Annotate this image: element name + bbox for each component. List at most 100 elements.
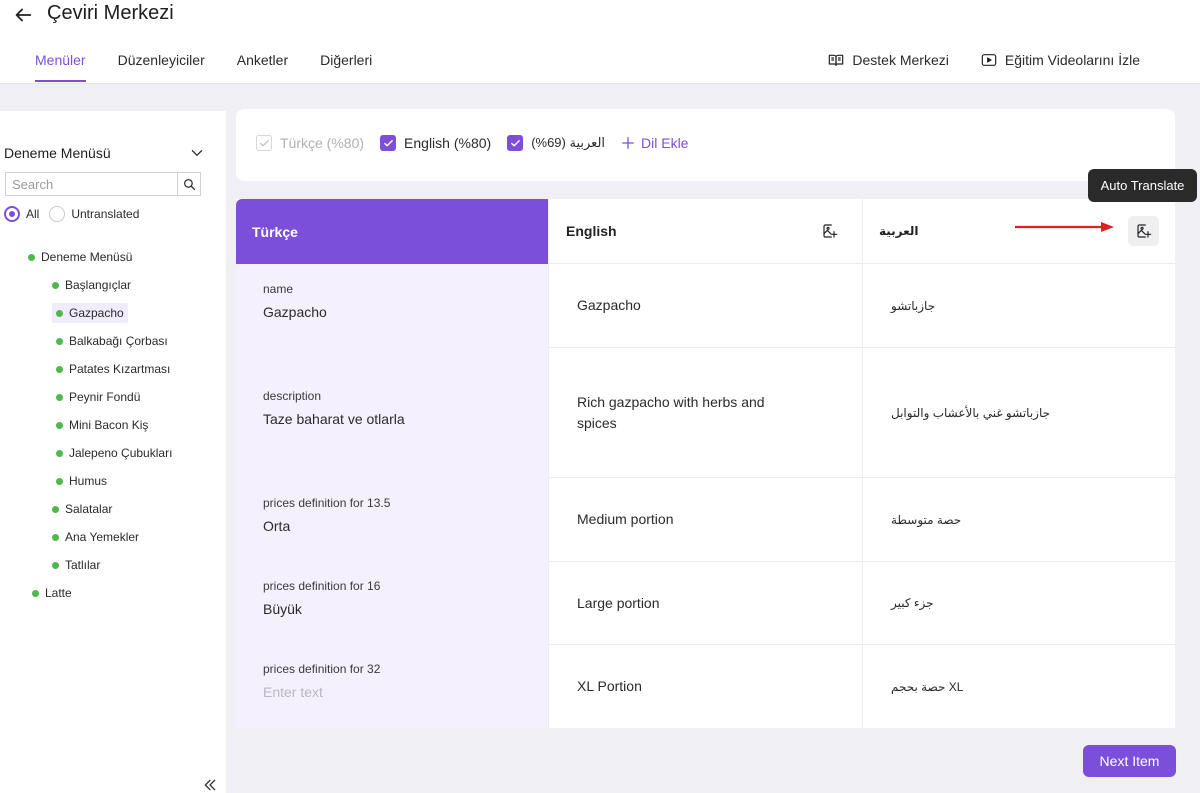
tree-item-label: Humus <box>69 474 108 488</box>
source-text: Taze baharat ve otlarla <box>263 411 405 427</box>
collapse-sidebar-icon[interactable] <box>202 777 218 793</box>
language-checkbox-english[interactable]: English (%80) <box>380 135 491 151</box>
radio-dot <box>4 206 20 222</box>
auto-translate-arabic-button[interactable] <box>1128 216 1159 246</box>
tree-item[interactable]: Mini Bacon Kiş <box>56 415 148 435</box>
tab-editors[interactable]: Düzenleyiciler <box>118 52 205 82</box>
status-bullet-icon <box>56 337 63 345</box>
check-icon <box>510 139 520 146</box>
table-row: Medium portion حصة متوسطة <box>548 478 1175 562</box>
filter-all-label: All <box>26 207 40 221</box>
search-button[interactable] <box>177 173 200 195</box>
tree-item[interactable]: Jalepeno Çubukları <box>56 443 172 463</box>
support-center-link[interactable]: Destek Merkezi <box>828 52 949 68</box>
filter-untranslated-radio[interactable]: Untranslated <box>49 206 139 222</box>
tree-item[interactable]: Başlangıçlar <box>52 275 131 295</box>
video-play-icon <box>981 54 997 66</box>
tree-item-label: Salatalar <box>65 502 113 516</box>
check-icon <box>383 139 393 146</box>
tree-item-label: Mini Bacon Kiş <box>69 418 149 432</box>
arabic-cell[interactable]: جزء كبير <box>862 562 1175 644</box>
checkbox <box>256 135 272 151</box>
search-box <box>5 172 201 196</box>
english-cell[interactable]: Gazpacho <box>548 264 862 347</box>
filter-untranslated-label: Untranslated <box>71 207 140 221</box>
tree-item[interactable]: Balkabağı Çorbası <box>56 331 168 351</box>
filter-radios: All Untranslated <box>4 206 139 222</box>
english-cell[interactable]: XL Portion <box>548 645 862 728</box>
language-list: Türkçe (%80) English (%80) العربية (69%)… <box>256 135 688 151</box>
tab-others[interactable]: Diğerleri <box>320 52 372 82</box>
status-bullet-icon <box>56 309 63 317</box>
status-bullet-icon <box>28 253 35 261</box>
status-bullet-icon <box>56 421 63 429</box>
arabic-cell[interactable]: حصة بحجم XL <box>862 645 1175 728</box>
filter-all-radio[interactable]: All <box>4 206 39 222</box>
source-field[interactable]: prices definition for 32 Enter text <box>263 662 380 700</box>
page-title: Çeviri Merkezi <box>47 2 174 24</box>
status-bullet-icon <box>52 561 59 569</box>
add-language-button[interactable]: Dil Ekle <box>621 135 688 151</box>
tree-item[interactable]: Tatlılar <box>52 555 100 575</box>
field-label: name <box>263 282 294 296</box>
source-column: name Gazpacho description Taze baharat v… <box>236 264 548 728</box>
field-label: prices definition for 13.5 <box>263 496 391 510</box>
sidebar: Deneme Menüsü All Untranslated Deneme Me… <box>0 111 226 793</box>
status-bullet-icon <box>56 365 63 373</box>
source-field[interactable]: description Taze baharat ve otlarla <box>263 389 405 427</box>
auto-translate-icon <box>1136 224 1151 238</box>
tree-item[interactable]: Salatalar <box>52 499 112 519</box>
tree-item[interactable]: Latte <box>32 583 72 603</box>
status-bullet-icon <box>52 281 59 289</box>
english-cell-text: Rich gazpacho with herbs and spices <box>577 393 765 431</box>
tree-item[interactable]: Deneme Menüsü <box>28 247 132 267</box>
auto-translate-english-button[interactable] <box>819 220 841 242</box>
english-cell[interactable]: Large portion <box>548 562 862 644</box>
source-field[interactable]: prices definition for 13.5 Orta <box>263 496 390 534</box>
tree-item[interactable]: Ana Yemekler <box>52 527 139 547</box>
auto-translate-tooltip: Auto Translate <box>1088 169 1197 202</box>
tree-item-label: Ana Yemekler <box>65 530 140 544</box>
tab-menus[interactable]: Menüler <box>35 52 86 82</box>
source-text: Büyük <box>263 601 302 617</box>
radio-dot <box>49 206 66 222</box>
tree-item[interactable]: Patates Kızartması <box>56 359 170 379</box>
column-header-arabic-label: العربية <box>879 224 919 238</box>
status-bullet-icon <box>56 449 63 457</box>
training-videos-link[interactable]: Eğitim Videolarını İzle <box>981 52 1140 68</box>
tree-item[interactable]: Humus <box>56 471 107 491</box>
language-checkbox-arabic[interactable]: العربية (69%) <box>507 135 605 151</box>
tab-surveys[interactable]: Anketler <box>237 52 288 82</box>
source-field[interactable]: name Gazpacho <box>263 282 327 320</box>
tree-item-label: Latte <box>45 586 72 600</box>
search-input[interactable] <box>6 173 177 195</box>
language-checkbox-turkish[interactable]: Türkçe (%80) <box>256 135 364 151</box>
support-center-label: Destek Merkezi <box>852 52 949 68</box>
checkbox <box>380 135 397 151</box>
tree-item-label: Gazpacho <box>69 306 124 320</box>
arabic-cell[interactable]: جازباتشو غني بالأعشاب والتوابل <box>862 348 1175 477</box>
source-field[interactable]: prices definition for 16 Büyük <box>263 579 380 617</box>
back-arrow-icon[interactable] <box>12 4 34 26</box>
next-item-button[interactable]: Next Item <box>1083 745 1176 777</box>
english-cell[interactable]: Rich gazpacho with herbs and spices <box>548 348 862 477</box>
table-row: XL Portion حصة بحجم XL <box>548 645 1175 728</box>
tree-item-label: Peynir Fondü <box>69 390 141 404</box>
field-label: description <box>263 389 322 403</box>
status-bullet-icon <box>56 477 63 485</box>
language-label: العربية (69%) <box>531 135 606 150</box>
column-header-english-label: English <box>566 223 617 239</box>
tree-item-label: Tatlılar <box>65 558 101 572</box>
check-icon <box>259 139 269 146</box>
status-bullet-icon <box>52 533 59 541</box>
checkbox <box>507 135 524 151</box>
tree-item-selected[interactable]: Gazpacho <box>52 303 128 323</box>
tree-item-label: Başlangıçlar <box>65 278 132 292</box>
arabic-cell[interactable]: حصة متوسطة <box>862 478 1175 561</box>
tree-item[interactable]: Peynir Fondü <box>56 387 140 407</box>
status-bullet-icon <box>52 505 59 513</box>
english-cell[interactable]: Medium portion <box>548 478 862 561</box>
plus-icon <box>622 137 634 149</box>
arabic-cell[interactable]: جازباتشو <box>862 264 1175 347</box>
menu-dropdown[interactable]: Deneme Menüsü <box>4 145 204 161</box>
